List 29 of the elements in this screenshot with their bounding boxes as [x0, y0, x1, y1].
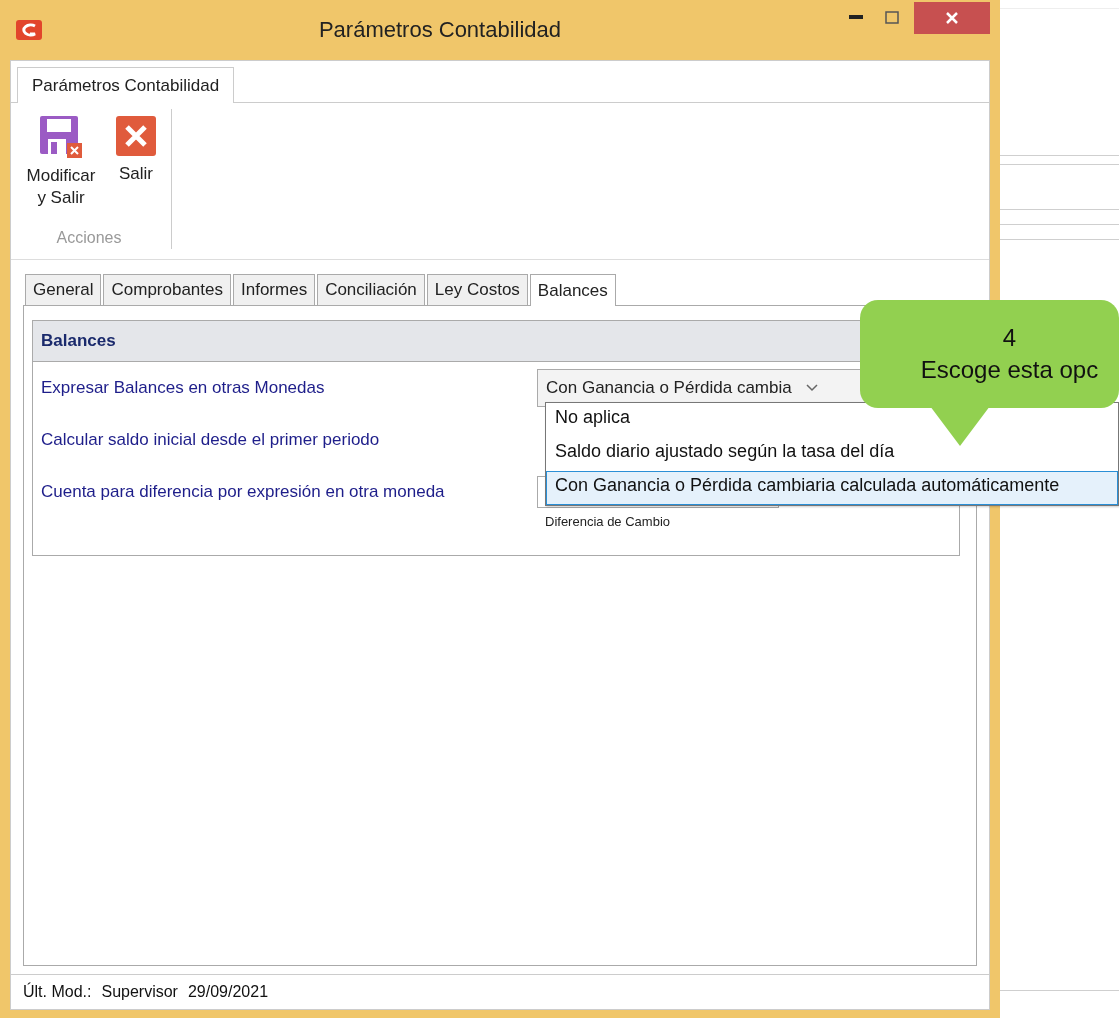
- field-label: Calcular saldo inicial desde el primer periodo: [41, 430, 381, 450]
- account-name: Diferencia de Cambio: [545, 514, 670, 529]
- field-label: Cuenta para diferencia por expresión en otra moneda: [41, 482, 446, 502]
- step-number: 4: [1002, 323, 1017, 353]
- status-label: Últ. Mod.:: [23, 983, 92, 1001]
- dropdown-option[interactable]: Con Ganancia o Pérdida cambiaria calculada automáticamente: [546, 471, 1118, 505]
- tab[interactable]: Ley Costos: [426, 274, 528, 305]
- group-label: Acciones: [56, 229, 122, 248]
- app-logo-icon: [16, 20, 42, 40]
- tab[interactable]: Conciliación: [317, 274, 425, 305]
- status-date: 29/09/2021: [187, 983, 269, 1001]
- status-user: Supervisor: [101, 983, 178, 1001]
- save-icon: [39, 115, 83, 159]
- window-title: Parámetros Contabilidad: [317, 17, 563, 43]
- close-icon: [115, 115, 157, 157]
- tab[interactable]: Informes: [233, 274, 316, 305]
- ribbon-button[interactable]: Salir: [113, 109, 159, 187]
- close-button[interactable]: [914, 2, 990, 34]
- field-label: Expresar Balances en otras Monedas: [41, 378, 326, 398]
- tab[interactable]: Balances: [529, 274, 616, 306]
- minimize-icon: [849, 15, 863, 19]
- ribbon-tab[interactable]: Parámetros Contabilidad: [17, 67, 235, 103]
- tab[interactable]: Comprobantes: [103, 274, 231, 305]
- close-icon: [945, 11, 959, 25]
- chevron-down-icon: [805, 384, 818, 392]
- ribbon-button[interactable]: Modificar y Salir: [19, 109, 103, 211]
- tab[interactable]: General: [25, 274, 102, 305]
- dropdown-option[interactable]: Saldo diario ajustado según la tasa del día: [546, 437, 1118, 471]
- maximize-icon: [885, 10, 899, 24]
